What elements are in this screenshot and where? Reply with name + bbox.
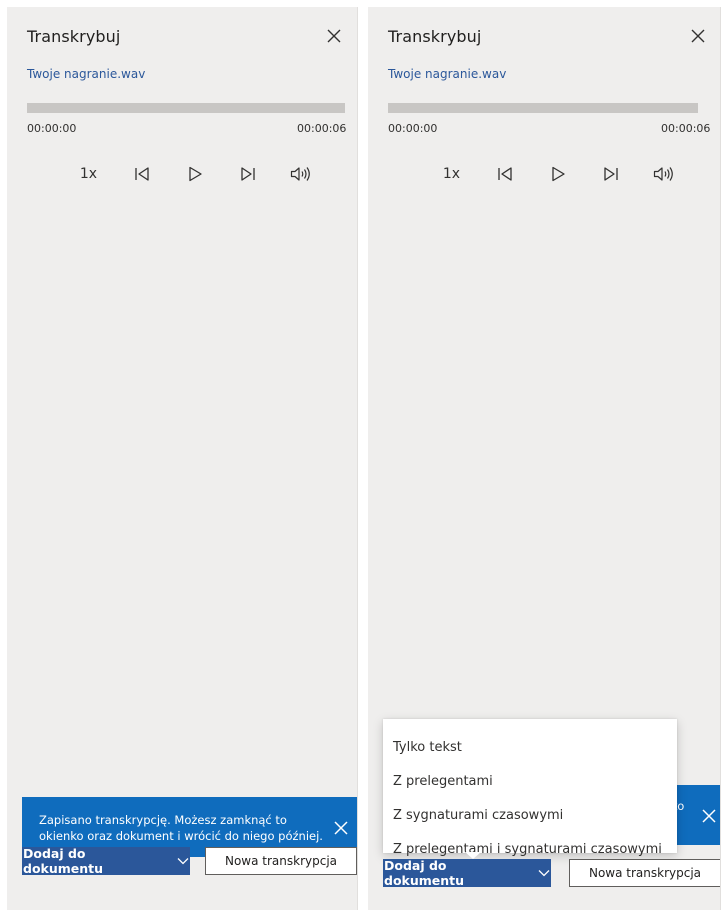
dismiss-notification-button[interactable] <box>330 817 352 839</box>
add-to-document-menu: Tylko tekst Z prelegentami Z sygnaturami… <box>383 719 677 859</box>
menu-item-with-speakers[interactable]: Z prelegentami <box>393 770 493 792</box>
close-icon <box>334 821 348 835</box>
previous-button[interactable] <box>123 161 160 187</box>
menu-item-text-only[interactable]: Tylko tekst <box>393 736 462 758</box>
add-to-document-button[interactable]: Dodaj do dokumentu <box>383 858 551 888</box>
play-icon <box>551 166 565 182</box>
chevron-down-icon <box>538 869 550 877</box>
playback-speed-button[interactable]: 1x <box>433 161 470 187</box>
playback-speed-label: 1x <box>442 166 461 182</box>
playback-controls: 1x <box>70 161 319 187</box>
close-icon <box>702 809 716 823</box>
menu-item-with-speakers-and-timestamps[interactable]: Z prelegentami i sygnaturami czasowymi <box>393 838 662 860</box>
menu-item-with-timestamps[interactable]: Z sygnaturami czasowymi <box>393 804 563 826</box>
previous-icon <box>134 167 149 181</box>
chevron-down-icon <box>177 857 189 865</box>
volume-icon <box>290 167 310 181</box>
playback-progress-bar[interactable] <box>27 103 345 113</box>
add-to-document-label: Dodaj do dokumentu <box>384 858 465 888</box>
close-icon <box>691 29 705 43</box>
pane-title: Transkrybuj <box>388 27 482 46</box>
next-button[interactable] <box>592 161 629 187</box>
previous-button[interactable] <box>486 161 523 187</box>
play-icon <box>188 166 202 182</box>
new-transcription-button[interactable]: Nowa transkrypcja <box>569 859 720 887</box>
add-to-document-button[interactable]: Dodaj do dokumentu <box>22 846 190 876</box>
next-icon <box>603 167 618 181</box>
next-icon <box>240 167 255 181</box>
time-elapsed: 00:00:00 <box>27 122 77 135</box>
transcribe-pane-right: Transkrybuj Twoje nagranie.wav 00:00:00 … <box>368 7 721 910</box>
playback-speed-label: 1x <box>79 166 98 182</box>
new-transcription-button[interactable]: Nowa transkrypcja <box>205 847 357 875</box>
notification-message: Zapisano transkrypcję. Możesz zamknąć to… <box>39 813 323 843</box>
dismiss-notification-button[interactable] <box>698 805 720 827</box>
close-icon <box>327 29 341 43</box>
recording-file-link[interactable]: Twoje nagranie.wav <box>388 67 506 81</box>
volume-icon <box>653 167 673 181</box>
time-total: 00:00:06 <box>661 122 711 135</box>
playback-controls: 1x <box>433 161 682 187</box>
previous-icon <box>497 167 512 181</box>
add-to-document-label: Dodaj do dokumentu <box>23 846 104 876</box>
volume-button[interactable] <box>282 161 319 187</box>
playback-progress-bar[interactable] <box>388 103 698 113</box>
play-button[interactable] <box>176 161 213 187</box>
next-button[interactable] <box>229 161 266 187</box>
transcribe-pane-left: Transkrybuj Twoje nagranie.wav 00:00:00 … <box>7 7 358 910</box>
volume-button[interactable] <box>645 161 682 187</box>
close-pane-button[interactable] <box>322 24 346 48</box>
recording-file-link[interactable]: Twoje nagranie.wav <box>27 67 145 81</box>
play-button[interactable] <box>539 161 576 187</box>
playback-speed-button[interactable]: 1x <box>70 161 107 187</box>
pane-title: Transkrybuj <box>27 27 121 46</box>
time-elapsed: 00:00:00 <box>388 122 438 135</box>
close-pane-button[interactable] <box>686 24 710 48</box>
time-total: 00:00:06 <box>297 122 347 135</box>
